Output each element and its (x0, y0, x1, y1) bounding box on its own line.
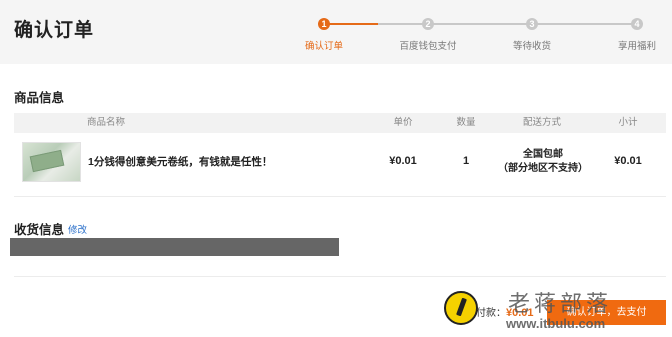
step-4-dot: 4 (631, 18, 643, 30)
step-4-label: 享用福利 (617, 41, 657, 52)
watermark-text: 老蒋部落 (508, 291, 613, 316)
step-line-0 (378, 23, 428, 25)
page-header: 确认订单 1 2 3 4 确认订单 百度钱包支付 等待收货 享用福利 (0, 0, 672, 64)
step-line-2 (432, 23, 532, 25)
step-2-dot: 2 (422, 18, 434, 30)
product-subtotal: ¥0.01 (614, 155, 642, 167)
step-1-label: 确认订单 (304, 41, 344, 52)
address-section-title: 收货信息 (14, 223, 65, 237)
edit-address-link[interactable]: 修改 (68, 222, 87, 236)
step-line-1 (328, 23, 378, 25)
page-title: 确认订单 (14, 20, 95, 41)
product-table-header: 商品名称 单价 数量 配送方式 小计 (14, 113, 666, 133)
step-line-3 (536, 23, 636, 25)
column-header-name: 商品名称 (86, 117, 126, 128)
shipping-line-2: （部分地区不支持） (498, 163, 588, 174)
table-row: 1分钱得创意美元卷纸，有钱就是任性！ ¥0.01 1 全国包邮 （部分地区不支持… (14, 136, 666, 188)
column-header-subtotal: 小计 (618, 117, 638, 128)
column-header-price: 单价 (393, 117, 413, 128)
product-price: ¥0.01 (389, 155, 417, 167)
row-divider (14, 196, 666, 197)
address-redacted-bar (10, 238, 339, 256)
column-header-shipping: 配送方式 (522, 117, 562, 128)
product-thumbnail[interactable] (22, 142, 81, 182)
step-1-dot: 1 (318, 18, 330, 30)
column-header-quantity: 数量 (456, 117, 476, 128)
order-total-label: 付款： (476, 308, 506, 319)
footer-divider (14, 276, 666, 277)
banknote-image (29, 149, 65, 173)
step-2-label: 百度钱包支付 (399, 41, 457, 52)
product-name-link[interactable]: 1分钱得创意美元卷纸，有钱就是任性！ (88, 154, 272, 169)
progress-steps: 1 2 3 4 确认订单 百度钱包支付 等待收货 享用福利 (300, 18, 672, 58)
watermark-url: www.itbulu.com (506, 316, 606, 331)
watermark-pencil-logo-icon (444, 291, 478, 325)
product-section-title: 商品信息 (14, 91, 65, 105)
shipping-method: 全国包邮 （部分地区不支持） (498, 148, 588, 176)
product-quantity: 1 (462, 155, 470, 167)
shipping-line-1: 全国包邮 (523, 149, 563, 160)
step-3-dot: 3 (526, 18, 538, 30)
step-3-label: 等待收货 (512, 41, 552, 52)
